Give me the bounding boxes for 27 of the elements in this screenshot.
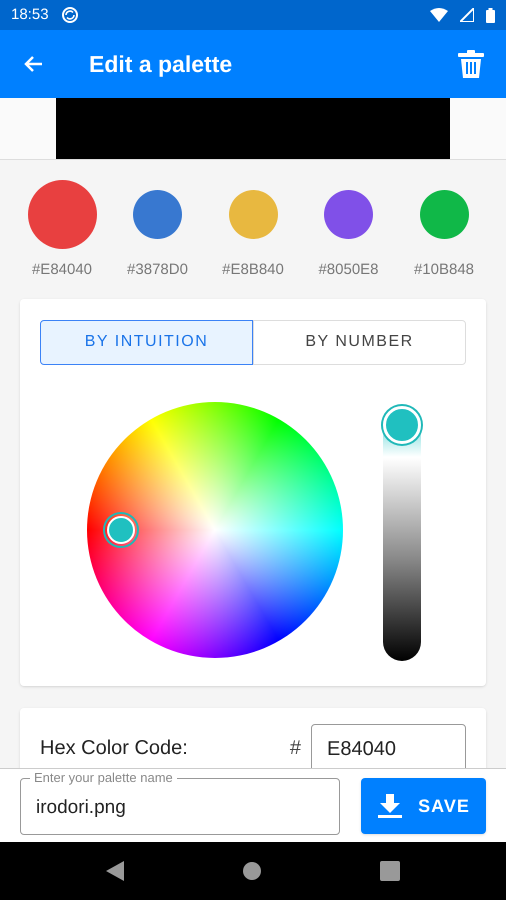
download-icon — [377, 794, 404, 818]
hex-label: #10B848 — [414, 260, 474, 280]
hash-sign: # — [290, 736, 301, 760]
sync-icon — [60, 6, 79, 24]
hex-label: #E84040 — [32, 260, 92, 280]
color-swatch[interactable] — [324, 190, 373, 238]
wifi-icon — [430, 8, 448, 22]
brightness-slider[interactable] — [383, 406, 421, 660]
color-swatch[interactable] — [133, 190, 182, 238]
hex-code-label: Hex Color Code: — [40, 736, 188, 760]
app-title: Edit a palette — [89, 50, 232, 79]
wheel-handle[interactable] — [103, 512, 139, 548]
save-button[interactable]: SAVE — [361, 778, 486, 834]
status-time: 18:53 — [11, 4, 49, 25]
hex-label: #E8B840 — [222, 260, 284, 280]
field-label: Enter your palette name — [30, 770, 177, 786]
back-icon[interactable] — [106, 861, 124, 881]
hex-label: #3878D0 — [127, 260, 188, 280]
trash-icon[interactable] — [458, 50, 484, 78]
field-value: irodori.png — [36, 796, 126, 820]
signal-icon — [460, 8, 474, 22]
hex-label: #8050E8 — [318, 260, 379, 280]
battery-icon — [486, 8, 495, 22]
home-icon[interactable] — [242, 861, 262, 881]
mode-tab[interactable]: BY INTUITION — [40, 320, 253, 364]
mode-tab[interactable]: BY NUMBER — [253, 320, 466, 364]
slider-thumb[interactable] — [383, 406, 421, 444]
